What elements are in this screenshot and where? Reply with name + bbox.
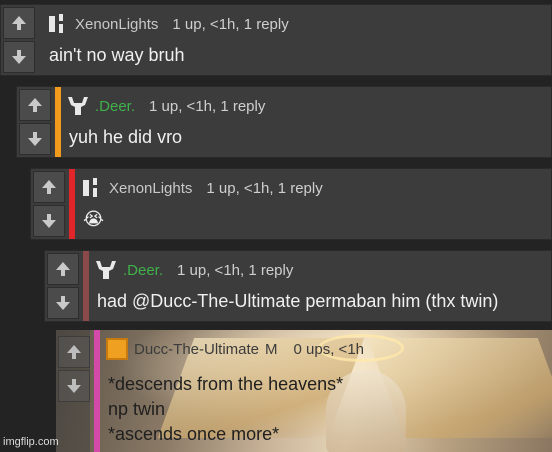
upvote-button[interactable] bbox=[19, 89, 51, 121]
comment-4: .Deer. 1 up, <1h, 1 reply had @Ducc-The-… bbox=[44, 250, 552, 322]
arrow-down-icon bbox=[67, 379, 81, 393]
comment-stats: 1 up, <1h, 1 reply bbox=[177, 261, 294, 279]
avatar[interactable] bbox=[81, 177, 103, 199]
arrow-up-icon bbox=[67, 345, 81, 359]
comment-meta: .Deer. 1 up, <1h, 1 reply bbox=[67, 95, 265, 117]
username[interactable]: XenonLights bbox=[75, 16, 158, 33]
vote-controls bbox=[47, 253, 79, 319]
comment-5: Ducc-The-Ultimate M 0 ups, <1h *descends… bbox=[56, 330, 552, 452]
vote-controls bbox=[33, 171, 65, 237]
upvote-button[interactable] bbox=[33, 171, 65, 203]
vote-controls bbox=[19, 89, 51, 155]
comment-2: .Deer. 1 up, <1h, 1 reply yuh he did vro bbox=[16, 86, 552, 158]
arrow-down-icon bbox=[42, 214, 56, 228]
comment-text: had @Ducc-The-Ultimate permaban him (thx… bbox=[97, 291, 499, 311]
username[interactable]: .Deer. bbox=[123, 262, 163, 279]
upvote-button[interactable] bbox=[58, 336, 90, 368]
mod-badge: M bbox=[265, 340, 278, 358]
arrow-down-icon bbox=[12, 50, 26, 64]
comment-line: np twin bbox=[108, 399, 166, 419]
deer-avatar-icon[interactable] bbox=[95, 259, 117, 281]
comment-stats: 1 up, <1h, 1 reply bbox=[172, 15, 289, 33]
upvote-button[interactable] bbox=[47, 253, 79, 285]
vote-controls bbox=[3, 7, 35, 73]
comment-text: ain't no way bruh bbox=[49, 45, 185, 65]
arrow-down-icon bbox=[28, 132, 42, 146]
comment-stats: 1 up, <1h, 1 reply bbox=[149, 97, 266, 115]
comment-meta: XenonLights 1 up, <1h, 1 reply bbox=[47, 13, 289, 35]
comment-text: yuh he did vro bbox=[69, 127, 183, 147]
vote-controls bbox=[56, 330, 90, 452]
avatar[interactable] bbox=[47, 13, 69, 35]
upvote-button[interactable] bbox=[3, 7, 35, 39]
username[interactable]: XenonLights bbox=[109, 180, 192, 197]
deer-avatar-icon[interactable] bbox=[67, 95, 89, 117]
arrow-up-icon bbox=[56, 262, 70, 276]
watermark: imgflip.com bbox=[3, 436, 59, 448]
comment-meta: XenonLights 1 up, <1h, 1 reply bbox=[81, 177, 323, 199]
arrow-up-icon bbox=[28, 98, 42, 112]
comment-line: *descends from the heavens* bbox=[108, 374, 344, 394]
comment-text: 😭 bbox=[83, 209, 105, 229]
username[interactable]: Ducc-The-Ultimate bbox=[134, 341, 259, 358]
comment-1: XenonLights 1 up, <1h, 1 reply ain't no … bbox=[0, 4, 552, 76]
comment-stats: 0 ups, <1h bbox=[293, 340, 365, 358]
comment-stats: 1 up, <1h, 1 reply bbox=[206, 179, 323, 197]
downvote-button[interactable] bbox=[47, 287, 79, 319]
comment-meta: Ducc-The-Ultimate M 0 ups, <1h bbox=[106, 338, 364, 360]
comment-3: XenonLights 1 up, <1h, 1 reply 😭 bbox=[30, 168, 552, 240]
reply-accent-bar bbox=[94, 330, 100, 452]
comment-line: *ascends once more* bbox=[108, 424, 280, 444]
duck-avatar-icon[interactable] bbox=[106, 338, 128, 360]
downvote-button[interactable] bbox=[33, 205, 65, 237]
username[interactable]: .Deer. bbox=[95, 98, 135, 115]
reply-accent-bar bbox=[55, 87, 61, 157]
comment-meta: .Deer. 1 up, <1h, 1 reply bbox=[95, 259, 293, 281]
downvote-button[interactable] bbox=[3, 41, 35, 73]
downvote-button[interactable] bbox=[19, 123, 51, 155]
downvote-button[interactable] bbox=[58, 370, 90, 402]
arrow-up-icon bbox=[12, 16, 26, 30]
reply-accent-bar bbox=[69, 169, 75, 239]
comment-text: *descends from the heavens* np twin *asc… bbox=[108, 372, 343, 447]
arrow-down-icon bbox=[56, 296, 70, 310]
arrow-up-icon bbox=[42, 180, 56, 194]
reply-accent-bar bbox=[83, 251, 89, 321]
